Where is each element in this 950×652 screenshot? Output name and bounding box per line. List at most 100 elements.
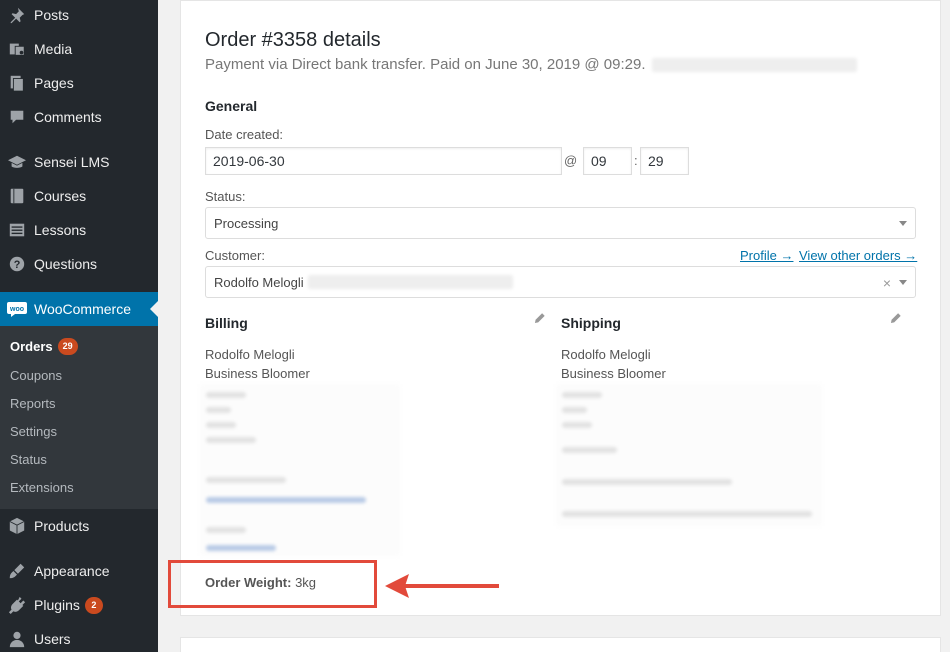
minute-input[interactable]: 29 <box>640 147 689 175</box>
redacted-line <box>562 447 617 453</box>
menu-label: Users <box>34 631 71 647</box>
redacted-email-link <box>206 497 366 503</box>
plugins-update-badge: 2 <box>84 596 103 614</box>
status-value: Processing <box>214 215 279 231</box>
general-heading: General <box>205 98 258 114</box>
menu-label: Courses <box>34 188 87 204</box>
submenu-label: Settings <box>10 424 57 439</box>
menu-label: Lessons <box>34 222 87 238</box>
pages-icon <box>0 74 34 92</box>
menu-label: Sensei LMS <box>34 154 110 170</box>
admin-sidebar: Posts Media Pages Comments Sensei LMS Co… <box>0 0 158 652</box>
order-items-panel <box>180 637 941 652</box>
shipping-heading: Shipping <box>561 315 621 331</box>
shipping-company: Business Bloomer <box>561 366 666 381</box>
redacted-line <box>562 479 732 485</box>
hour-input[interactable]: 09 <box>583 147 632 175</box>
redacted-line <box>562 407 587 413</box>
menu-sensei[interactable]: Sensei LMS <box>0 145 158 179</box>
menu-courses[interactable]: Courses <box>0 179 158 213</box>
submenu-label: Extensions <box>10 480 74 495</box>
edit-shipping-pencil-icon[interactable] <box>889 312 903 326</box>
submenu-status[interactable]: Status <box>10 452 47 467</box>
menu-questions[interactable]: ? Questions <box>0 247 158 281</box>
menu-plugins[interactable]: Plugins 2 <box>0 588 158 622</box>
menu-label: Posts <box>34 7 70 23</box>
status-select[interactable]: Processing <box>205 207 916 239</box>
order-payment-info: Payment via Direct bank transfer. Paid o… <box>205 56 857 73</box>
highlight-box <box>168 560 377 608</box>
menu-label: Plugins <box>34 597 80 613</box>
redacted-phone-link <box>206 545 276 551</box>
billing-name: Rodolfo Melogli <box>205 347 295 362</box>
menu-lessons[interactable]: Lessons <box>0 213 158 247</box>
order-title: Order #3358 details <box>205 29 381 51</box>
payment-info-text: Payment via Direct bank transfer. Paid o… <box>205 56 646 73</box>
menu-label: Pages <box>34 75 74 91</box>
submenu-orders[interactable]: Orders 29 <box>10 338 78 355</box>
menu-products[interactable]: Products <box>0 509 158 543</box>
menu-woocommerce[interactable]: woo WooCommerce <box>0 292 158 326</box>
orders-count-badge: 29 <box>57 338 78 355</box>
menu-label: Products <box>34 518 90 534</box>
comment-icon <box>0 108 34 126</box>
submenu-extensions[interactable]: Extensions <box>10 480 74 495</box>
billing-heading: Billing <box>205 315 248 331</box>
submenu-reports[interactable]: Reports <box>10 396 56 411</box>
menu-appearance[interactable]: Appearance <box>0 554 158 588</box>
redacted-line <box>562 392 602 398</box>
submenu-coupons[interactable]: Coupons <box>10 368 62 383</box>
active-indicator <box>150 301 158 317</box>
view-other-orders-link[interactable]: View other orders → <box>799 248 917 263</box>
submenu-settings[interactable]: Settings <box>10 424 57 439</box>
book-icon <box>0 187 34 205</box>
media-icon <box>0 40 34 58</box>
woocommerce-submenu: Orders 29 Coupons Reports Settings Statu… <box>0 326 158 509</box>
menu-media[interactable]: Media <box>0 32 158 66</box>
menu-pages[interactable]: Pages <box>0 66 158 100</box>
profile-link[interactable]: Profile → <box>740 248 793 263</box>
chevron-down-icon <box>899 280 907 285</box>
submenu-label: Orders <box>10 339 53 354</box>
pin-icon <box>0 6 34 24</box>
woo-icon: woo <box>0 301 34 317</box>
redacted-customer-email <box>307 275 513 289</box>
brush-icon <box>0 562 34 580</box>
question-icon: ? <box>0 255 34 273</box>
menu-label: Appearance <box>34 563 110 579</box>
billing-company: Business Bloomer <box>205 366 310 381</box>
box-icon <box>0 517 34 535</box>
redacted-line <box>206 527 246 533</box>
menu-posts[interactable]: Posts <box>0 0 158 32</box>
date-created-label: Date created: <box>205 127 284 142</box>
redacted-line <box>206 407 231 413</box>
customer-select[interactable]: Rodolfo Melogli × <box>205 266 916 298</box>
customer-label: Customer: <box>205 248 265 263</box>
menu-label: Comments <box>34 109 102 125</box>
time-colon: : <box>634 153 638 168</box>
redacted-line <box>562 422 592 428</box>
svg-text:woo: woo <box>9 306 24 313</box>
menu-comments[interactable]: Comments <box>0 100 158 134</box>
plugin-icon <box>0 596 34 614</box>
redacted-ip <box>651 57 857 72</box>
date-created-input[interactable]: 2019-06-30 <box>205 147 562 175</box>
menu-label: Media <box>34 41 73 57</box>
redacted-shipping-details <box>556 384 822 526</box>
graduation-cap-icon <box>0 153 34 171</box>
edit-billing-pencil-icon[interactable] <box>533 312 547 326</box>
redacted-line <box>206 477 286 483</box>
user-icon <box>0 630 34 648</box>
status-label: Status: <box>205 189 246 204</box>
shipping-name: Rodolfo Melogli <box>561 347 651 362</box>
submenu-label: Reports <box>10 396 56 411</box>
redacted-line <box>206 422 236 428</box>
submenu-label: Coupons <box>10 368 63 383</box>
menu-users[interactable]: Users <box>0 622 158 652</box>
at-symbol: @ <box>564 153 578 168</box>
redacted-line <box>206 392 246 398</box>
clear-icon[interactable]: × <box>883 275 891 291</box>
redacted-line <box>562 511 812 517</box>
menu-label: Questions <box>34 256 98 272</box>
chevron-down-icon <box>899 221 907 226</box>
